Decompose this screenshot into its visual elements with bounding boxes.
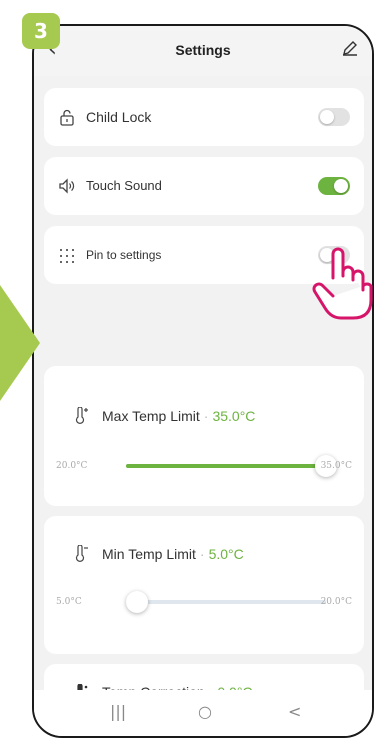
phone-frame: ‹ Settings Child Lock Touch Sound Pin to…	[32, 24, 374, 738]
min-temp-label: Min Temp Limit	[102, 546, 196, 562]
setting-row-touch-sound[interactable]: Touch Sound	[44, 157, 364, 215]
min-temp-scale-max: 20.0°C	[320, 597, 352, 607]
toggle-knob	[334, 179, 348, 193]
min-temp-slider-thumb[interactable]	[126, 591, 148, 613]
grid-icon	[60, 249, 74, 263]
separator: ·	[203, 408, 209, 424]
setting-row-child-lock[interactable]: Child Lock	[44, 88, 364, 146]
back-button[interactable]: <	[288, 702, 301, 721]
setting-label: Touch Sound	[86, 178, 162, 193]
max-temp-label: Max Temp Limit	[102, 408, 200, 424]
tap-hand-icon	[312, 247, 373, 320]
android-nav-bar: ||| ○ <	[34, 690, 372, 736]
max-temp-slider[interactable]	[126, 455, 337, 477]
child-lock-toggle[interactable]	[318, 108, 350, 126]
setting-label: Child Lock	[86, 109, 152, 125]
pointer-arrow	[0, 285, 40, 401]
thermometer-icon	[75, 407, 88, 424]
min-temp-slider[interactable]	[126, 591, 326, 613]
setting-label: Pin to settings	[86, 248, 162, 262]
max-temp-scale-min: 20.0°C	[56, 461, 88, 471]
max-temp-label-row: Max Temp Limit · 35.0°C	[102, 408, 255, 424]
thermometer-icon	[75, 545, 88, 562]
max-temp-value: 35.0°C	[212, 408, 256, 424]
lock-icon	[60, 109, 74, 126]
touch-sound-toggle[interactable]	[318, 177, 350, 195]
edit-icon[interactable]	[342, 40, 358, 56]
top-bar: ‹ Settings	[34, 26, 372, 76]
max-temp-limit-card: Max Temp Limit · 35.0°C 20.0°C 35.0°C	[44, 366, 364, 506]
slider-fill	[126, 464, 326, 468]
page-title: Settings	[175, 42, 231, 58]
recents-button[interactable]: |||	[110, 702, 126, 721]
max-temp-scale-max: 35.0°C	[320, 461, 352, 471]
min-temp-scale-min: 5.0°C	[56, 597, 82, 607]
min-temp-label-row: Min Temp Limit · 5.0°C	[102, 546, 244, 562]
speaker-icon	[59, 178, 75, 194]
toggle-knob	[320, 110, 334, 124]
min-temp-limit-card: Min Temp Limit · 5.0°C 5.0°C 20.0°C	[44, 516, 364, 654]
home-button[interactable]: ○	[198, 702, 212, 721]
separator: ·	[199, 546, 205, 562]
step-badge: 3	[22, 13, 60, 49]
min-temp-value: 5.0°C	[208, 546, 244, 562]
